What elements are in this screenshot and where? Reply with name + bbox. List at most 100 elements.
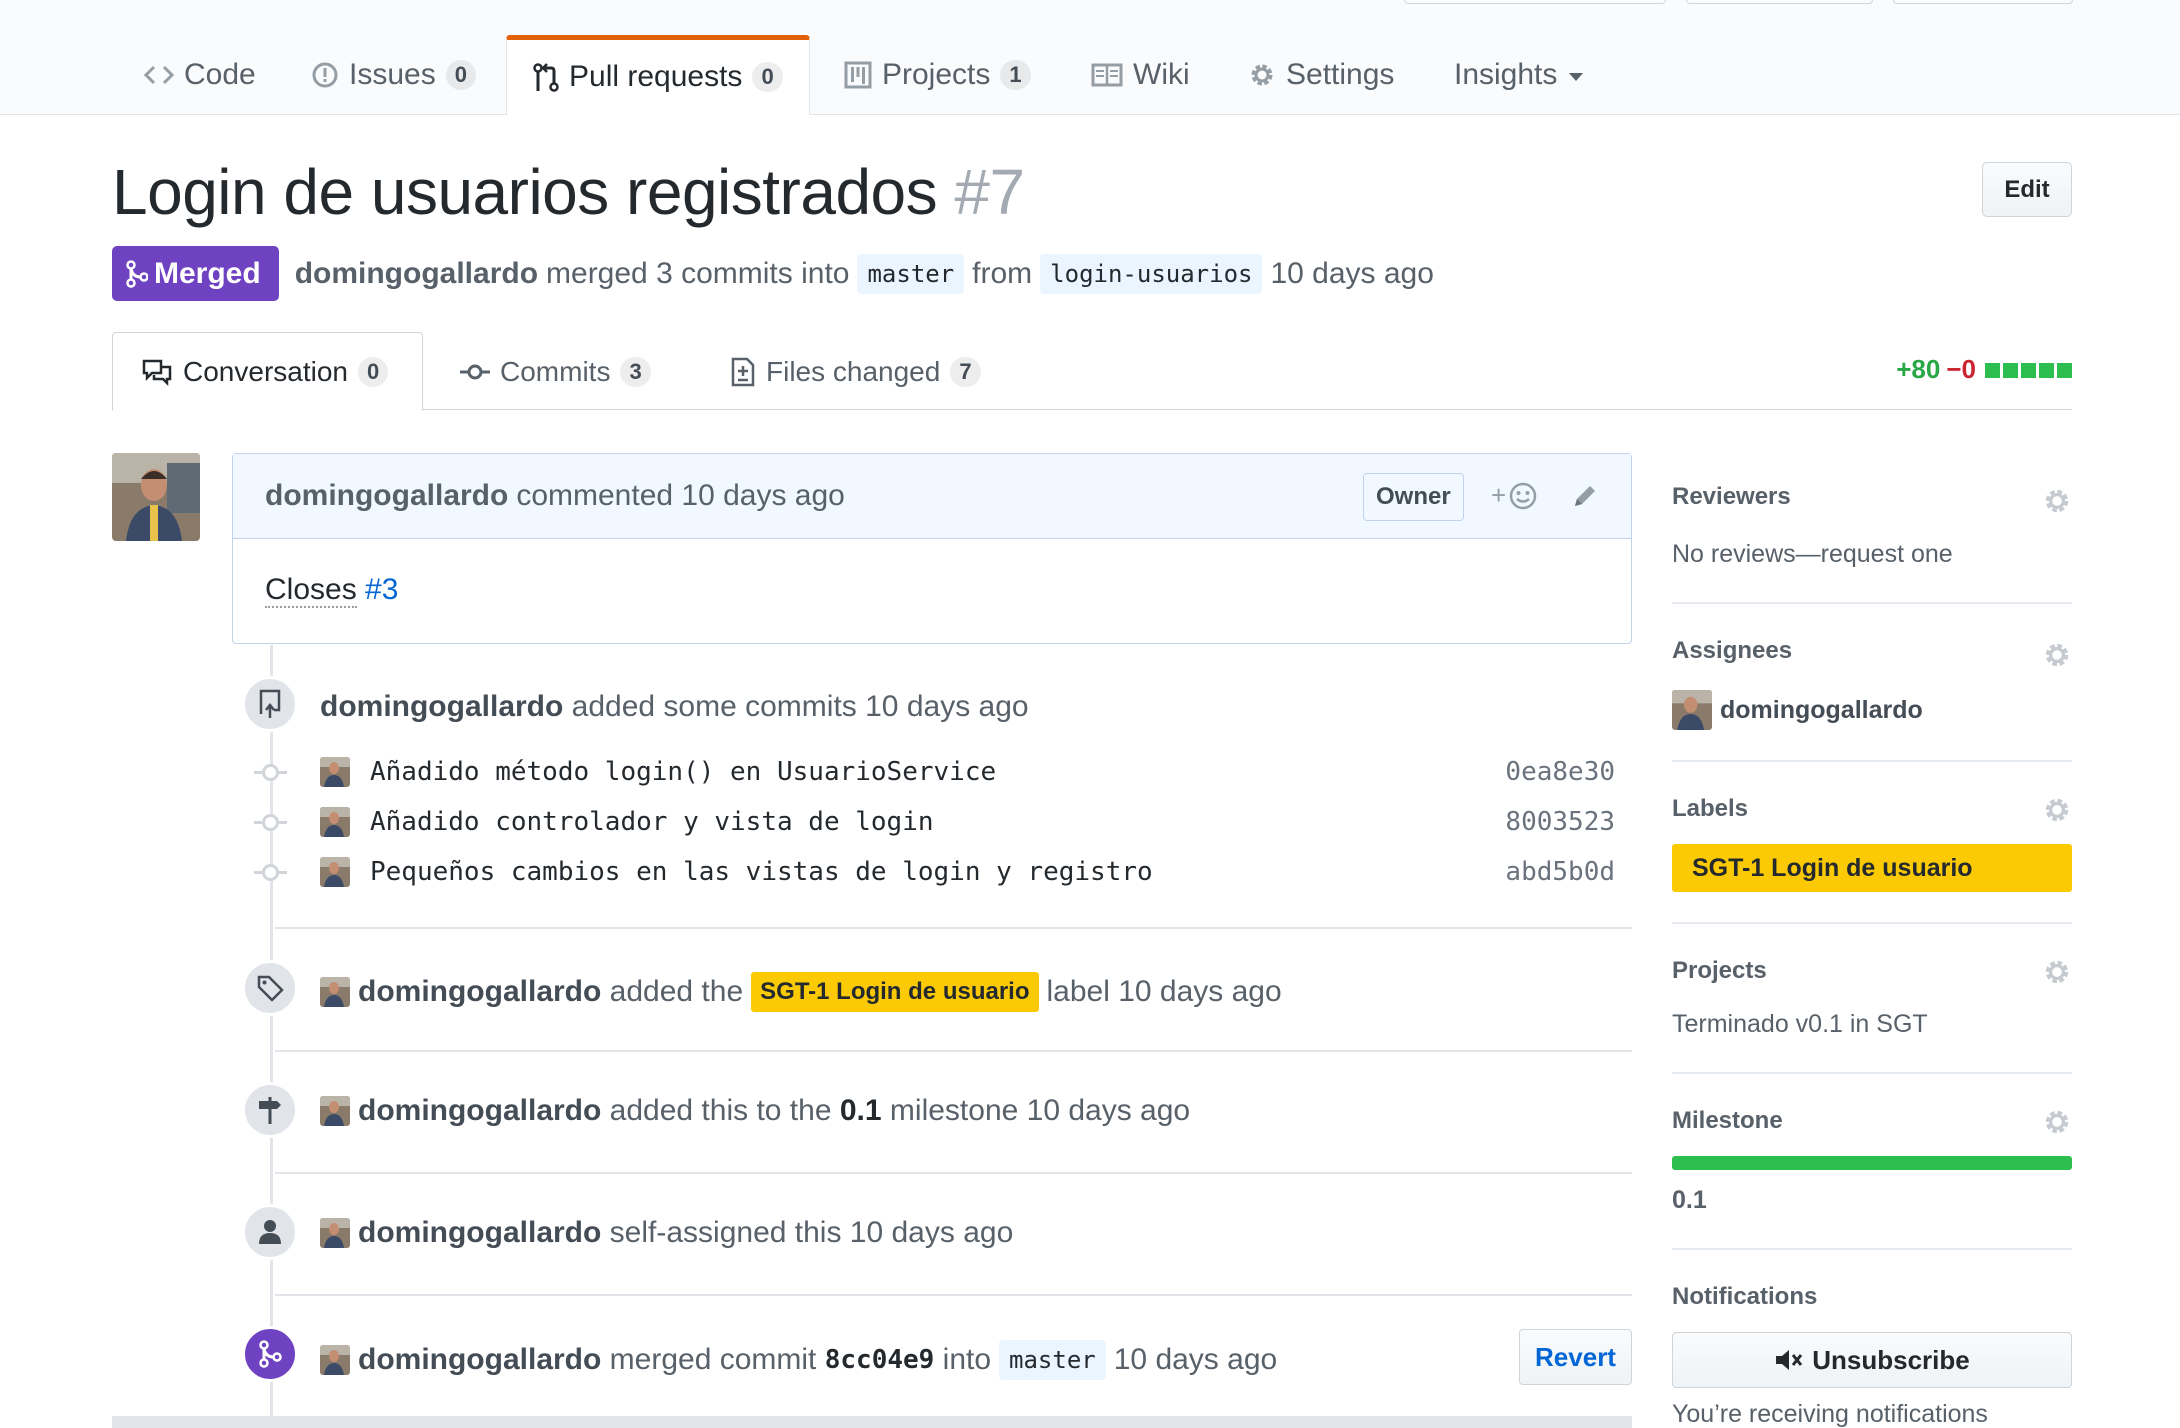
sidebar-divider <box>1672 602 2072 604</box>
nav-insights[interactable]: Insights <box>1428 35 1609 115</box>
issue-link[interactable]: #3 <box>365 573 398 606</box>
tag-badge <box>242 960 298 1016</box>
gear-icon[interactable] <box>2042 486 2072 516</box>
gear-icon[interactable] <box>2042 1107 2072 1137</box>
star-button[interactable] <box>1686 0 1873 4</box>
gear-icon[interactable] <box>2042 957 2072 987</box>
sidebar-divider <box>1672 1248 2072 1250</box>
reviewers-text[interactable]: No reviews—request one <box>1672 540 1953 569</box>
gear-icon[interactable] <box>2042 795 2072 825</box>
commit-dot-icon <box>254 813 287 831</box>
label-event: domingogallardo added the SGT-1 Login de… <box>320 972 1282 1012</box>
pr-meta: Merged domingogallardo merged 3 commits … <box>112 246 1434 301</box>
merge-event-post: 10 days ago <box>1113 1343 1278 1376</box>
comment-author-link[interactable]: domingogallardo <box>265 479 508 513</box>
merge-event-mid: into <box>942 1343 992 1376</box>
git-merge-icon <box>126 259 148 288</box>
nav-issues-label: Issues <box>349 58 436 91</box>
sidebar: Reviewers No reviews—request one Assigne… <box>1672 480 2072 1428</box>
edit-button[interactable]: Edit <box>1982 162 2072 217</box>
pr-author-link[interactable]: domingogallardo <box>295 257 538 291</box>
merge-base-branch[interactable]: master <box>999 1340 1106 1380</box>
timeline-divider <box>275 1172 1632 1174</box>
milestone-event-post: milestone 10 days ago <box>889 1094 1191 1127</box>
base-branch[interactable]: master <box>857 253 965 294</box>
commit-sha[interactable]: 8003523 <box>1505 807 1615 837</box>
add-reaction-button[interactable]: + <box>1491 480 1538 511</box>
unsubscribe-button[interactable]: Unsubscribe <box>1672 1332 2072 1388</box>
assignee-item[interactable]: domingogallardo <box>1672 690 1923 730</box>
commits-event: domingogallardo added some commits 10 da… <box>320 690 1029 724</box>
gear-icon[interactable] <box>2042 640 2072 670</box>
code-icon <box>144 63 174 87</box>
notifications-text: You’re receiving notifications <box>1672 1400 1988 1428</box>
reviewers-title[interactable]: Reviewers <box>1672 483 1791 511</box>
conversation-counter: 0 <box>357 356 389 387</box>
nav-pull-requests[interactable]: Pull requests 0 <box>506 35 810 115</box>
assignees-title[interactable]: Assignees <box>1672 637 1792 665</box>
merge-event-author[interactable]: domingogallardo <box>358 1343 601 1377</box>
milestone-title[interactable]: Milestone <box>1672 1107 1783 1135</box>
fork-button[interactable] <box>1893 0 2073 4</box>
assign-event-author[interactable]: domingogallardo <box>358 1216 601 1250</box>
nav-settings[interactable]: Settings <box>1222 35 1420 115</box>
commit-message[interactable]: Pequeños cambios en las vistas de login … <box>370 857 1153 887</box>
head-branch[interactable]: login-usuarios <box>1040 253 1263 294</box>
timeline-divider <box>275 1294 1632 1296</box>
file-diff-icon <box>730 357 756 387</box>
avatar[interactable] <box>320 1345 350 1375</box>
avatar[interactable] <box>320 1096 350 1126</box>
tab-conversation[interactable]: Conversation 0 <box>112 332 423 411</box>
milestone-event-author[interactable]: domingogallardo <box>358 1094 601 1128</box>
commit-sha[interactable]: abd5b0d <box>1505 857 1615 887</box>
tab-commits[interactable]: Commits 3 <box>432 332 679 411</box>
avatar[interactable] <box>320 977 350 1007</box>
sidebar-divider <box>1672 922 2072 924</box>
sidebar-label-pill[interactable]: SGT-1 Login de usuario <box>1672 844 2072 892</box>
merged-state-label: Merged <box>154 256 261 290</box>
milestone-event-pre: added this to the <box>609 1094 832 1127</box>
sidebar-divider <box>1672 760 2072 762</box>
merge-event-pre: merged commit <box>609 1343 817 1376</box>
avatar[interactable] <box>320 807 350 837</box>
tab-commits-label: Commits <box>500 355 611 387</box>
revert-button[interactable]: Revert <box>1519 1329 1632 1385</box>
milestone-name[interactable]: 0.1 <box>1672 1186 1707 1215</box>
avatar[interactable] <box>320 1218 350 1248</box>
label-event-post: label 10 days ago <box>1046 975 1282 1008</box>
comment-discussion-icon <box>141 358 173 386</box>
git-commit-icon <box>460 362 490 382</box>
commit-message[interactable]: Añadido método login() en UsuarioService <box>370 757 996 787</box>
reaction-plus: + <box>1491 480 1507 510</box>
diffstat-additions: +80 <box>1896 354 1941 384</box>
assignee-name: domingogallardo <box>1720 695 1923 724</box>
repo-push-badge <box>242 676 298 732</box>
commit-row: Añadido controlador y vista de login 800… <box>254 802 1615 842</box>
avatar[interactable] <box>320 857 350 887</box>
assign-event: domingogallardo self-assigned this 10 da… <box>320 1216 1013 1250</box>
commit-message[interactable]: Añadido controlador y vista de login <box>370 807 934 837</box>
label-event-author[interactable]: domingogallardo <box>358 975 601 1009</box>
commits-event-author[interactable]: domingogallardo <box>320 690 563 724</box>
nav-wiki[interactable]: Wiki <box>1065 35 1216 115</box>
project-item[interactable]: Terminado v0.1 in SGT <box>1672 1010 1928 1039</box>
labels-title[interactable]: Labels <box>1672 795 1748 823</box>
nav-code[interactable]: Code <box>118 35 282 115</box>
pr-title-text: Login de usuarios registrados <box>112 156 938 228</box>
watch-button[interactable] <box>1404 0 1666 4</box>
milestone-link[interactable]: 0.1 <box>840 1094 882 1128</box>
comment-box: domingogallardo commented 10 days ago Ow… <box>232 453 1632 644</box>
avatar[interactable] <box>320 757 350 787</box>
comment-author-avatar[interactable] <box>112 453 200 541</box>
nav-projects[interactable]: Projects 1 <box>818 35 1057 115</box>
tab-files-changed[interactable]: Files changed 7 <box>702 332 1009 411</box>
label-pill[interactable]: SGT-1 Login de usuario <box>751 972 1039 1012</box>
pencil-icon[interactable] <box>1571 482 1599 510</box>
merge-commit-sha[interactable]: 8cc04e9 <box>825 1345 935 1375</box>
timeline-divider <box>275 927 1632 929</box>
projects-title[interactable]: Projects <box>1672 957 1767 985</box>
nav-issues[interactable]: Issues 0 <box>285 35 502 115</box>
commit-sha[interactable]: 0ea8e30 <box>1505 757 1615 787</box>
nav-settings-label: Settings <box>1286 58 1395 91</box>
pr-tabs: Conversation 0 Commits 3 Files changed 7… <box>112 332 2072 411</box>
